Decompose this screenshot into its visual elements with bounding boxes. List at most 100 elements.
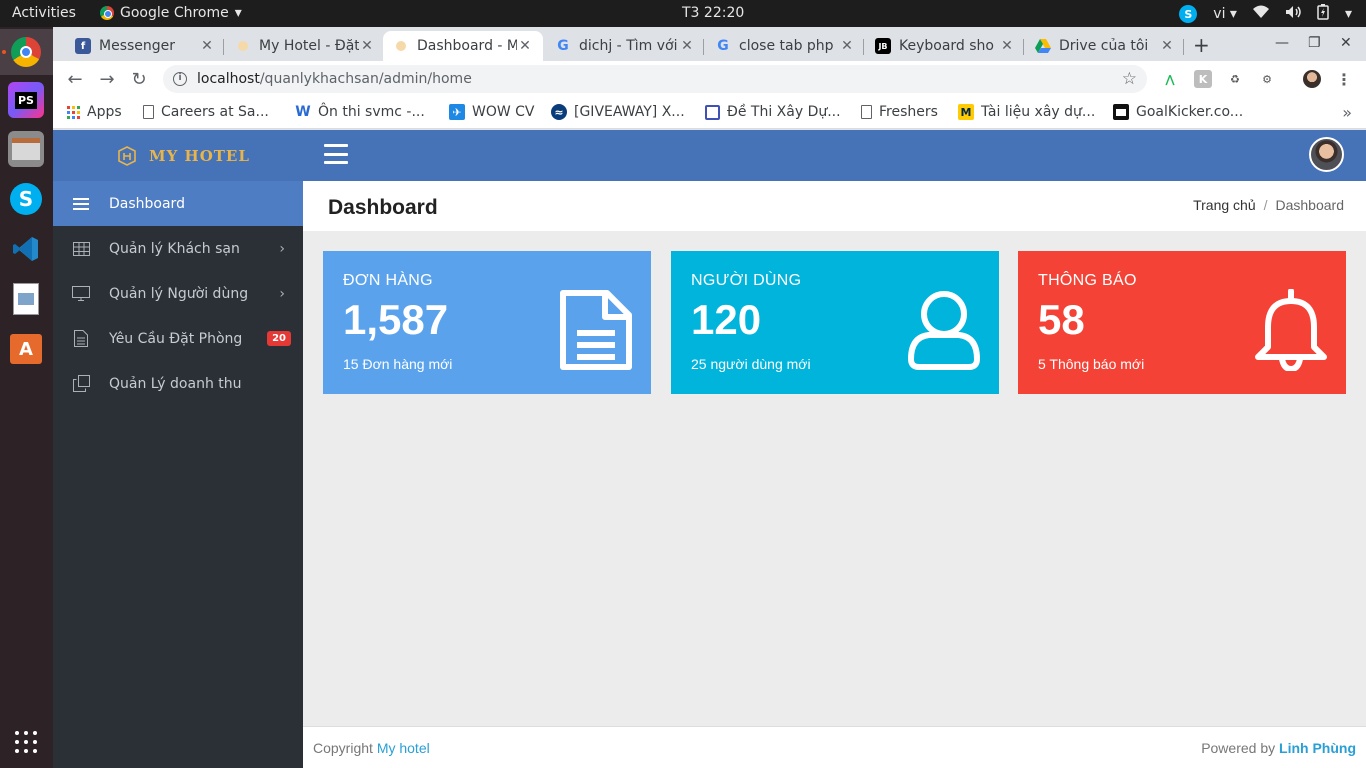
m-logo-icon: M [958,104,974,120]
bookmark-item[interactable]: ≈ [GIVEAWAY] X... [551,104,685,120]
bookmark-item[interactable]: Đề Thi Xây Dự... [705,104,841,120]
dock-files-icon[interactable] [8,131,44,167]
input-language[interactable]: vi ▾ [1213,6,1237,22]
stat-card-notifications[interactable]: THÔNG BÁO 58 5 Thông báo mới [1018,251,1346,394]
window-close-button[interactable]: ✕ [1340,35,1352,51]
clock[interactable]: T3 22:20 [682,5,744,21]
browser-tab[interactable]: f Messenger ✕ [65,31,225,61]
dock-software-center-icon[interactable]: A [8,331,44,367]
tab-title: Drive của tôi [1059,38,1149,54]
bookmark-apps[interactable]: Apps [65,104,122,120]
sidebar-item-booking-requests[interactable]: Yêu Cầu Đặt Phòng 20 [53,316,303,361]
info-icon[interactable]: i [173,72,187,86]
copyright-text: Copyright [313,740,373,756]
browser-tab[interactable]: JB Keyboard sho ✕ [865,31,1025,61]
dock-vscode-icon[interactable] [8,231,44,267]
browser-tab-active[interactable]: Dashboard - M ✕ [383,31,543,61]
bookmarks-overflow-button[interactable]: » [1342,103,1352,122]
bookmark-item[interactable]: W Ôn thi svmc -... [295,104,425,120]
browser-tab[interactable]: My Hotel - Đặt ✕ [225,31,385,61]
brand-name: MY HOTEL [149,146,250,165]
jetbrains-icon: JB [875,38,891,54]
chrome-menu-icon[interactable]: ⋮ [1335,70,1353,89]
bookmark-item[interactable]: Careers at Sa... [143,104,269,120]
powered-by-text: Powered by [1201,740,1276,756]
close-icon[interactable]: ✕ [999,38,1015,54]
browser-tab[interactable]: G close tab php ✕ [705,31,865,61]
sidebar-item-revenue[interactable]: Quản Lý doanh thu [53,361,303,406]
breadcrumb-home-link[interactable]: Trang chủ [1193,197,1256,213]
sidebar-item-users[interactable]: Quản lý Người dùng › [53,271,303,316]
user-avatar[interactable] [1309,137,1344,172]
volume-icon[interactable] [1285,5,1301,23]
new-tab-button[interactable]: + [1193,33,1210,57]
battery-icon[interactable] [1317,4,1329,24]
sidebar-item-dashboard[interactable]: Dashboard [53,181,303,226]
bookmark-item[interactable]: M Tài liệu xây dự... [958,104,1095,120]
back-button[interactable]: ← [63,67,87,91]
bookmark-label: Tài liệu xây dự... [981,104,1096,120]
profile-avatar-icon[interactable] [1303,70,1321,88]
web-page: MY HOTEL Dashboard Quản lý Khách sạn › Q… [53,130,1366,768]
wifi-icon[interactable] [1252,5,1269,23]
browser-tab[interactable]: Drive của tôi ✕ [1025,31,1185,61]
reload-button[interactable]: ↻ [127,67,151,91]
dock-skype-icon[interactable]: S [8,181,44,217]
footer-powered-by: Powered by Linh Phùng [1201,740,1356,756]
bookmark-item[interactable]: GoalKicker.co... [1113,104,1243,120]
footer-author-link[interactable]: Linh Phùng [1279,740,1356,756]
hotel-logo-icon [118,145,136,166]
page-title: Dashboard [328,196,438,219]
stat-card-value: 1,587 [343,296,449,343]
bookmark-label: Apps [87,104,122,120]
tab-separator [1023,39,1024,55]
restore-button[interactable]: ❐ [1308,35,1321,51]
forward-button[interactable]: → [95,67,119,91]
close-icon[interactable]: ✕ [839,38,855,54]
skype-tray-icon[interactable]: S [1179,5,1198,23]
extension-arrow-icon[interactable]: ⋀ [1161,70,1179,88]
close-icon[interactable]: ✕ [199,38,215,54]
sidebar-toggle-icon[interactable] [324,144,348,164]
sidebar-item-hotels[interactable]: Quản lý Khách sạn › [53,226,303,271]
chevron-right-icon: › [279,286,285,302]
bookmark-item[interactable]: Freshers [861,104,938,120]
breadcrumb: Trang chủ / Dashboard [1193,197,1344,213]
close-icon[interactable]: ✕ [1159,38,1175,54]
power-menu-icon[interactable]: ▾ [1345,6,1352,22]
bookmark-label: Ôn thi svmc -... [318,104,425,120]
footer-brand-link[interactable]: My hotel [377,740,430,756]
address-bar[interactable]: i localhost/quanlykhachsan/admin/home ☆ [163,65,1147,93]
apps-grid-icon [65,104,81,120]
stat-card-orders[interactable]: ĐƠN HÀNG 1,587 15 Đơn hàng mới [323,251,651,394]
stat-card-users[interactable]: NGƯỜI DÙNG 120 25 người dùng mới [671,251,999,394]
show-applications-icon[interactable] [15,731,37,753]
browser-tab[interactable]: G dichj - Tìm với ✕ [545,31,705,61]
tab-title: My Hotel - Đặt [259,38,359,54]
tab-title: dichj - Tìm với [579,38,678,54]
brand[interactable]: MY HOTEL [53,130,303,181]
extension-gear-icon[interactable]: ⚙ [1258,70,1276,88]
close-icon[interactable]: ✕ [517,38,533,54]
dock-running-indicator [2,50,6,54]
bookmark-star-icon[interactable]: ☆ [1122,69,1137,89]
stat-card-label: THÔNG BÁO [1038,272,1137,289]
tab-separator [223,39,224,55]
app-menu[interactable]: Google Chrome ▾ [100,5,242,21]
bookmark-item[interactable]: ✈ WOW CV [449,104,535,120]
tab-separator [863,39,864,55]
dock-document-viewer-icon[interactable] [8,281,44,317]
close-icon[interactable]: ✕ [679,38,695,54]
tab-separator [703,39,704,55]
activities-button[interactable]: Activities [12,5,76,21]
sidebar-item-label: Dashboard [109,195,185,212]
minimize-button[interactable]: — [1275,35,1289,51]
extension-recycle-icon[interactable]: ♻ [1226,70,1244,88]
extension-k-icon[interactable]: K [1194,70,1212,88]
dock-phpstorm-icon[interactable]: PS [8,82,44,118]
stat-card-subtext: 25 người dùng mới [691,356,811,372]
dock-chrome-icon[interactable] [8,34,44,70]
chevron-down-icon: ▾ [234,5,242,21]
close-icon[interactable]: ✕ [359,38,375,54]
app-name: Google Chrome [120,5,229,21]
